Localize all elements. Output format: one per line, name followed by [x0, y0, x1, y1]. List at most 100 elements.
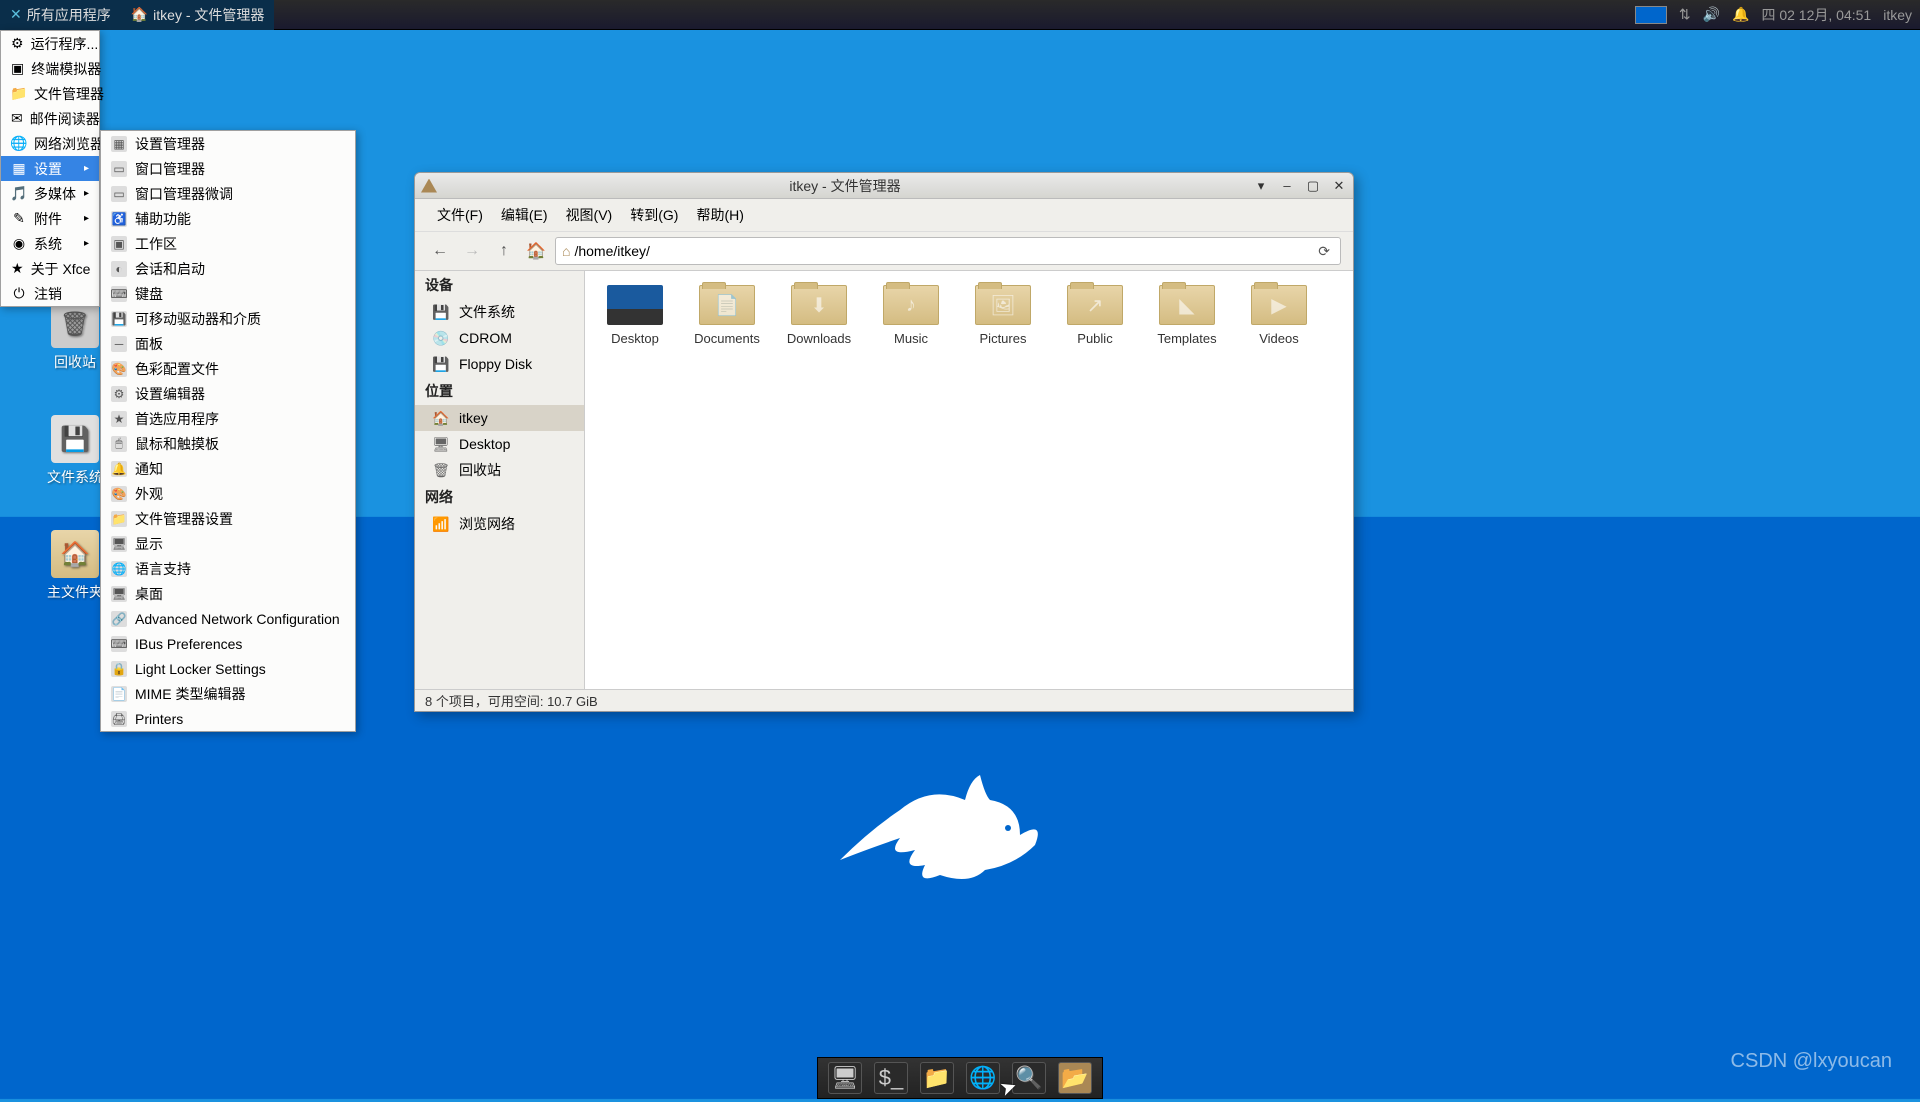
file-grid[interactable]: Desktop 📄Documents ⬇Downloads ♪Music 🖼Pictur…	[585, 271, 1353, 689]
file-item[interactable]: ▶Videos	[1243, 285, 1315, 346]
submenu-item[interactable]: 🎨外观	[101, 481, 355, 506]
network-icon[interactable]: ⇅	[1679, 6, 1691, 23]
file-item[interactable]: ♪Music	[875, 285, 947, 346]
file-item[interactable]: ◣Templates	[1151, 285, 1223, 346]
sidebar-item[interactable]: 💾文件系统	[415, 299, 584, 325]
menu-item[interactable]: ◉系统▸	[1, 231, 99, 256]
submenu-item[interactable]: 🖨Printers	[101, 706, 355, 731]
submenu-item[interactable]: 🔗 Advanced Network Configuration	[101, 606, 355, 631]
menu-item[interactable]: 🎵多媒体▸	[1, 181, 99, 206]
titlebar[interactable]: itkey - 文件管理器 ▾ – ▢ ✕	[415, 173, 1353, 199]
folder-icon: 🖼	[975, 285, 1031, 325]
submenu-item[interactable]: ⚙设置编辑器	[101, 381, 355, 406]
clock[interactable]: 四 02 12月, 04:51	[1761, 5, 1871, 25]
menu-icon: 🔗	[111, 611, 127, 627]
submenu-item[interactable]: 🎨色彩配置文件	[101, 356, 355, 381]
applications-menu-button[interactable]: ✕ 所有应用程序	[0, 0, 121, 30]
dock-terminal[interactable]: $_	[874, 1062, 908, 1094]
notification-icon[interactable]: 🔔	[1732, 6, 1749, 23]
menu-icon: 🎵	[11, 186, 27, 202]
dock-filemanager[interactable]: 📁	[920, 1062, 954, 1094]
submenu-item[interactable]: ─面板	[101, 331, 355, 356]
menu-label: 语言支持	[135, 559, 191, 579]
menu-item[interactable]: 文件(F)	[429, 202, 491, 228]
menu-item[interactable]: 📁文件管理器	[1, 81, 99, 106]
menu-item[interactable]: ✎附件▸	[1, 206, 99, 231]
reload-button[interactable]: ⟳	[1314, 243, 1334, 260]
menu-item[interactable]: 🌐网络浏览器	[1, 131, 99, 156]
file-item[interactable]: 📄Documents	[691, 285, 763, 346]
volume-icon[interactable]: 🔊	[1703, 6, 1720, 23]
close-button[interactable]: ✕	[1331, 178, 1347, 194]
submenu-item[interactable]: 🖱鼠标和触摸板	[101, 431, 355, 456]
menu-item[interactable]: 视图(V)	[558, 202, 621, 228]
file-item[interactable]: ⬇Downloads	[783, 285, 855, 346]
folder-icon: ♪	[883, 285, 939, 325]
chevron-right-icon: ▸	[84, 188, 89, 199]
folder-icon: ⬇	[791, 285, 847, 325]
menu-item[interactable]: ★关于 Xfce	[1, 256, 99, 281]
menu-item[interactable]: 帮助(H)	[688, 202, 751, 228]
sidebar-item[interactable]: 🖥Desktop	[415, 431, 584, 457]
file-item[interactable]: 🖼Pictures	[967, 285, 1039, 346]
menu-icon: 🖥	[111, 586, 127, 602]
menu-icon: ▣	[11, 61, 24, 77]
address-bar[interactable]: ⌂ ⟳	[555, 237, 1341, 265]
sidebar-label: 文件系统	[459, 302, 515, 322]
workspace-indicator[interactable]	[1635, 6, 1667, 24]
xfce-mouse-logo	[810, 750, 1070, 900]
menu-icon: ◐	[111, 261, 127, 277]
menu-label: 会话和启动	[135, 259, 205, 279]
user-menu[interactable]: itkey	[1883, 7, 1912, 23]
dock-browser[interactable]: 🌐	[966, 1062, 1000, 1094]
submenu-item[interactable]: 🖥桌面	[101, 581, 355, 606]
file-item[interactable]: Desktop	[599, 285, 671, 346]
menu-icon: 📁	[11, 86, 27, 102]
menu-item[interactable]: ✉邮件阅读器	[1, 106, 99, 131]
submenu-item[interactable]: 📁文件管理器设置	[101, 506, 355, 531]
path-input[interactable]	[574, 243, 1310, 259]
rollup-button[interactable]: ▾	[1253, 178, 1269, 194]
menu-item[interactable]: ⏻注销	[1, 281, 99, 306]
submenu-item[interactable]: ♿辅助功能	[101, 206, 355, 231]
watermark: CSDN @lxyoucan	[1731, 1050, 1892, 1073]
maximize-button[interactable]: ▢	[1305, 178, 1321, 194]
minimize-button[interactable]: –	[1279, 178, 1295, 194]
sidebar-icon: 💾	[431, 354, 451, 374]
home-button[interactable]: 🏠	[523, 238, 549, 264]
dock-folder[interactable]: 📂	[1058, 1062, 1092, 1094]
menu-item[interactable]: 转到(G)	[622, 202, 686, 228]
sidebar-item[interactable]: 💿CDROM	[415, 325, 584, 351]
menu-item[interactable]: ▦设置▸	[1, 156, 99, 181]
submenu-item[interactable]: 🖥显示	[101, 531, 355, 556]
up-button[interactable]: ↑	[491, 238, 517, 264]
submenu-item[interactable]: 📄MIME 类型编辑器	[101, 681, 355, 706]
submenu-item[interactable]: 🌐语言支持	[101, 556, 355, 581]
file-item[interactable]: ↗Public	[1059, 285, 1131, 346]
dock-show-desktop[interactable]: 🖥	[828, 1062, 862, 1094]
menu-item[interactable]: ⚙运行程序...	[1, 31, 99, 56]
submenu-item[interactable]: 🔔通知	[101, 456, 355, 481]
menu-item[interactable]: ▣终端模拟器	[1, 56, 99, 81]
submenu-item[interactable]: ◐ 会话和启动	[101, 256, 355, 281]
menu-label: Advanced Network Configuration	[135, 611, 340, 627]
sidebar-item[interactable]: 🗑回收站	[415, 457, 584, 483]
taskbar-window-button[interactable]: 🏠 itkey - 文件管理器	[121, 0, 275, 30]
sidebar-item[interactable]: 📶浏览网络	[415, 511, 584, 537]
submenu-item[interactable]: 💾可移动驱动器和介质	[101, 306, 355, 331]
back-button[interactable]: ←	[427, 238, 453, 264]
sidebar-label: Desktop	[459, 436, 510, 452]
submenu-item[interactable]: ▦设置管理器	[101, 131, 355, 156]
sidebar-item[interactable]: 🏠itkey	[415, 405, 584, 431]
sidebar-item[interactable]: 💾Floppy Disk	[415, 351, 584, 377]
menu-label: 显示	[135, 534, 163, 554]
submenu-item[interactable]: ★首选应用程序	[101, 406, 355, 431]
submenu-item[interactable]: ⌨IBus Preferences	[101, 631, 355, 656]
submenu-item[interactable]: ▭窗口管理器微调	[101, 181, 355, 206]
forward-button[interactable]: →	[459, 238, 485, 264]
submenu-item[interactable]: ⌨键盘	[101, 281, 355, 306]
submenu-item[interactable]: ▣工作区	[101, 231, 355, 256]
menu-item[interactable]: 编辑(E)	[493, 202, 556, 228]
submenu-item[interactable]: 🔒Light Locker Settings	[101, 656, 355, 681]
submenu-item[interactable]: ▭窗口管理器	[101, 156, 355, 181]
